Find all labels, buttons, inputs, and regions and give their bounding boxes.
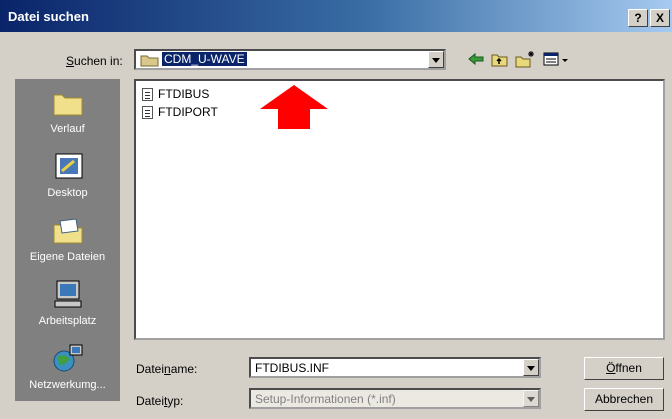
filename-label: Dateiname: <box>136 362 198 376</box>
places-label: Netzwerkumg... <box>29 379 106 391</box>
history-folder-icon <box>53 94 83 116</box>
help-button[interactable]: ? <box>628 9 648 27</box>
open-button[interactable]: Öffnen <box>584 357 664 380</box>
filename-input[interactable]: FTDIBUS.INF <box>255 361 329 375</box>
my-computer-icon <box>54 280 82 308</box>
filetype-value: Setup-Informationen (*.inf) <box>255 392 396 406</box>
file-name: FTDIPORT <box>158 105 218 119</box>
filename-combo[interactable]: FTDIBUS.INF <box>249 357 541 378</box>
filetype-combo[interactable]: Setup-Informationen (*.inf) <box>249 388 541 409</box>
lookin-value: CDM_U-WAVE <box>162 52 247 66</box>
up-folder-icon[interactable] <box>490 50 510 68</box>
places-item-arbeitsplatz[interactable]: Arbeitsplatz <box>15 275 120 337</box>
filetype-dropdown-button[interactable] <box>523 390 539 407</box>
setup-file-icon <box>142 106 153 119</box>
desktop-icon <box>55 153 83 179</box>
new-folder-icon[interactable] <box>514 50 536 68</box>
file-name: FTDIBUS <box>158 87 210 101</box>
folder-icon <box>140 55 159 67</box>
network-icon <box>53 344 83 372</box>
back-icon[interactable] <box>466 50 486 68</box>
title-bar[interactable]: Datei suchen ? X <box>0 0 672 32</box>
places-item-verlauf[interactable]: Verlauf <box>15 83 120 145</box>
cancel-button[interactable]: Abbrechen <box>584 388 664 411</box>
lookin-dropdown-button[interactable] <box>428 51 444 68</box>
filetype-label: Dateityp: <box>136 394 184 408</box>
view-menu-icon[interactable] <box>542 50 572 68</box>
my-documents-icon <box>53 218 83 244</box>
file-list[interactable]: FTDIBUS FTDIPORT <box>134 79 665 340</box>
places-bar: Verlauf Desktop Eigene Dateien Arbeitspl… <box>15 79 120 401</box>
red-arrow-annotation <box>260 85 328 129</box>
places-item-eigene-dateien[interactable]: Eigene Dateien <box>15 211 120 273</box>
places-label: Eigene Dateien <box>29 251 106 263</box>
close-button[interactable]: X <box>650 9 670 27</box>
places-label: Desktop <box>47 187 88 199</box>
places-label: Verlauf <box>50 123 85 135</box>
file-open-dialog: Datei suchen ? X Suchen in: CDM_U-WAVE V… <box>0 0 672 419</box>
filename-dropdown-button[interactable] <box>523 359 539 376</box>
places-item-desktop[interactable]: Desktop <box>15 147 120 209</box>
lookin-label: Suchen in: <box>66 54 123 68</box>
window-title: Datei suchen <box>8 9 89 24</box>
setup-file-icon <box>142 88 153 101</box>
lookin-combo[interactable]: CDM_U-WAVE <box>134 49 446 70</box>
places-label: Arbeitsplatz <box>38 315 97 327</box>
places-item-netzwerkumgebung[interactable]: Netzwerkumg... <box>15 339 120 401</box>
